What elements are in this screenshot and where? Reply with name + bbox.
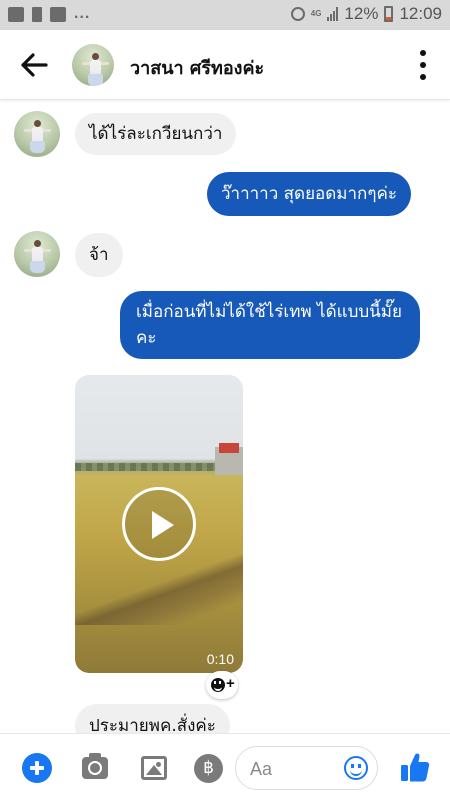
arrow-left-icon[interactable] — [20, 52, 48, 78]
thumbs-up-icon[interactable] — [400, 751, 430, 783]
video-duration: 0:10 — [206, 651, 234, 667]
battery-icon — [384, 6, 394, 22]
status-bar-notifications: ... — [8, 5, 90, 23]
video-thumbnail-furrow — [75, 555, 243, 625]
battery-percent: 12% — [344, 4, 379, 23]
smiley-icon — [211, 678, 225, 692]
clock: 12:09 — [399, 4, 442, 23]
alarm-icon — [290, 7, 305, 21]
sender-avatar[interactable] — [14, 231, 60, 277]
plus-icon[interactable] — [22, 753, 52, 783]
sender-avatar[interactable] — [14, 111, 60, 157]
image-icon — [8, 6, 24, 22]
emoji-icon[interactable] — [344, 756, 368, 780]
message-incoming[interactable]: จ้า — [75, 233, 123, 277]
message-input-wrapper[interactable] — [235, 746, 378, 790]
message-outgoing[interactable]: ว๊าาาาว สุดยอดมากๆค่ะ — [207, 172, 411, 216]
video-thumbnail-harvester — [215, 443, 243, 475]
network-type: 4G — [310, 9, 322, 18]
messenger-chat-screen: ... 4G 12% 12:09 วาสนา ศรีทองค่ะ ได้ไร่ล… — [0, 0, 450, 800]
video-message[interactable]: 0:10 — [75, 375, 243, 673]
message-incoming[interactable]: ได้ไร่ละเกวียนกว่า — [75, 113, 237, 155]
chat-header: วาสนา ศรีทองค่ะ — [0, 30, 450, 100]
warning-icon — [32, 6, 42, 22]
image-icon[interactable] — [141, 756, 167, 780]
signal-icon — [327, 7, 339, 21]
plus-icon: + — [226, 675, 235, 692]
camera-icon[interactable] — [82, 753, 108, 779]
notification-overflow: ... — [74, 5, 91, 22]
contact-name[interactable]: วาสนา ศรีทองค่ะ — [130, 53, 264, 82]
baht-icon[interactable]: ฿ — [194, 754, 223, 783]
add-reaction-button[interactable]: + — [206, 671, 238, 699]
play-icon[interactable] — [122, 487, 196, 561]
facebook-icon — [50, 6, 66, 22]
status-bar: ... 4G 12% 12:09 — [0, 0, 450, 30]
status-bar-system: 4G 12% 12:09 — [290, 4, 442, 24]
message-composer: ฿ — [0, 733, 450, 800]
message-input[interactable] — [250, 756, 340, 782]
more-vertical-icon[interactable] — [418, 50, 428, 80]
contact-avatar[interactable] — [72, 44, 114, 86]
message-outgoing[interactable]: เมื่อก่อนที่ไม่ได้ใช้ไร่เทพ ได้แบบนี้มั๊… — [120, 291, 420, 359]
